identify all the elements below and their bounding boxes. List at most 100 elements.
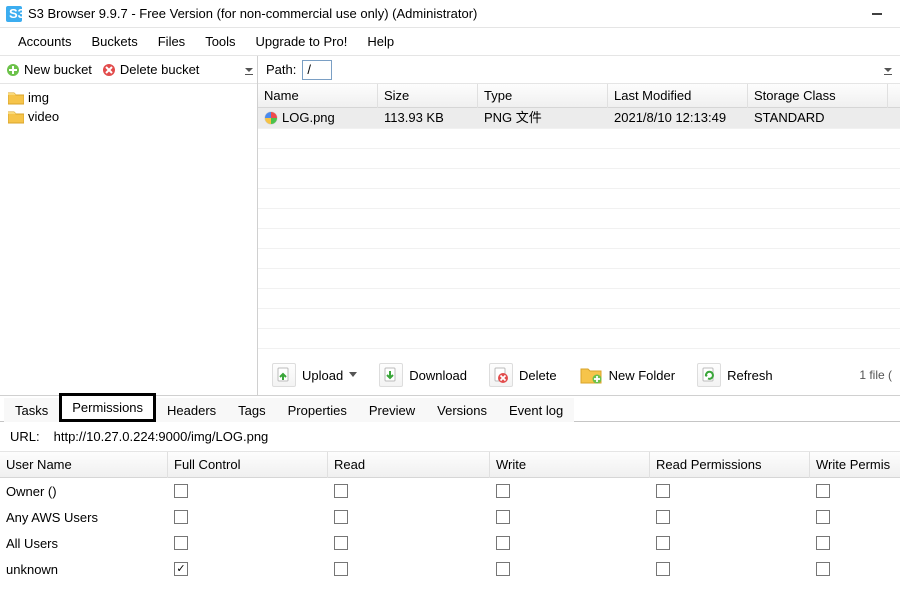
minimize-button[interactable] (860, 3, 894, 25)
chevron-down-icon (349, 372, 357, 378)
checkbox-write[interactable] (496, 536, 510, 550)
checkbox-full[interactable] (174, 562, 188, 576)
plus-icon (6, 63, 20, 77)
bucket-tree[interactable]: img video (0, 84, 257, 395)
delete-button[interactable]: Delete (483, 361, 563, 389)
menu-upgrade[interactable]: Upgrade to Pro! (246, 28, 358, 56)
main-split: New bucket Delete bucket img video (0, 56, 900, 396)
app-icon: S3 (6, 6, 22, 22)
perm-user-name: Any AWS Users (0, 510, 168, 525)
checkbox-read[interactable] (334, 484, 348, 498)
delete-icon (102, 63, 116, 77)
checkbox-full[interactable] (174, 536, 188, 550)
perm-col-write[interactable]: Write (490, 452, 650, 478)
new-bucket-label: New bucket (24, 62, 92, 77)
checkbox-full[interactable] (174, 484, 188, 498)
menu-tools[interactable]: Tools (195, 28, 245, 56)
tab-tags[interactable]: Tags (227, 398, 276, 422)
checkbox-write-perm[interactable] (816, 536, 830, 550)
permissions-header[interactable]: User Name Full Control Read Write Read P… (0, 452, 900, 478)
perm-col-full[interactable]: Full Control (168, 452, 328, 478)
file-count: 1 file ( (859, 368, 892, 382)
tab-event-log[interactable]: Event log (498, 398, 574, 422)
menu-help[interactable]: Help (357, 28, 404, 56)
perm-col-read[interactable]: Read (328, 452, 490, 478)
col-storage-class[interactable]: Storage Class (748, 84, 888, 108)
path-overflow[interactable] (884, 64, 892, 76)
refresh-button[interactable]: Refresh (691, 361, 779, 389)
tab-preview[interactable]: Preview (358, 398, 426, 422)
table-row[interactable]: LOG.png 113.93 KB PNG 文件 2021/8/10 12:13… (258, 108, 900, 128)
col-name[interactable]: Name (258, 84, 378, 108)
perm-row-owner[interactable]: Owner () (0, 478, 900, 504)
url-label: URL: (10, 429, 40, 444)
checkbox-write-perm[interactable] (816, 562, 830, 576)
path-input[interactable]: / (302, 60, 332, 80)
col-type[interactable]: Type (478, 84, 608, 108)
upload-label: Upload (302, 368, 343, 383)
new-folder-icon (579, 363, 603, 387)
menu-buckets[interactable]: Buckets (81, 28, 147, 56)
checkbox-read-perm[interactable] (656, 536, 670, 550)
svg-text:S3: S3 (9, 6, 22, 21)
bottom-tabstrip: Tasks Permissions Headers Tags Propertie… (0, 396, 900, 422)
checkbox-read[interactable] (334, 510, 348, 524)
file-table-header[interactable]: Name Size Type Last Modified Storage Cla… (258, 84, 900, 108)
tab-properties[interactable]: Properties (277, 398, 358, 422)
checkbox-write[interactable] (496, 484, 510, 498)
download-icon (379, 363, 403, 387)
checkbox-read-perm[interactable] (656, 484, 670, 498)
tree-item-img[interactable]: img (4, 88, 253, 107)
download-button[interactable]: Download (373, 361, 473, 389)
tab-headers[interactable]: Headers (156, 398, 227, 422)
perm-user-name: Owner () (0, 484, 168, 499)
perm-row-anyaws[interactable]: Any AWS Users (0, 504, 900, 530)
tab-tasks[interactable]: Tasks (4, 398, 59, 422)
tree-item-label: img (28, 90, 49, 105)
perm-col-user[interactable]: User Name (0, 452, 168, 478)
upload-button[interactable]: Upload (266, 361, 363, 389)
tab-versions[interactable]: Versions (426, 398, 498, 422)
new-bucket-button[interactable]: New bucket (2, 60, 96, 79)
checkbox-write[interactable] (496, 562, 510, 576)
path-row: Path: / (258, 56, 900, 84)
delete-bucket-button[interactable]: Delete bucket (98, 60, 204, 79)
action-toolbar: Upload Download Delete New Folder Refres… (258, 355, 900, 395)
checkbox-write[interactable] (496, 510, 510, 524)
checkbox-read[interactable] (334, 562, 348, 576)
file-table-body[interactable]: LOG.png 113.93 KB PNG 文件 2021/8/10 12:13… (258, 108, 900, 355)
file-size: 113.93 KB (378, 108, 478, 128)
perm-col-read-perm[interactable]: Read Permissions (650, 452, 810, 478)
checkbox-full[interactable] (174, 510, 188, 524)
perm-row-unknown[interactable]: unknown (0, 556, 900, 582)
file-name: LOG.png (282, 108, 335, 128)
delete-bucket-label: Delete bucket (120, 62, 200, 77)
tab-permissions[interactable]: Permissions (59, 393, 156, 422)
tree-item-video[interactable]: video (4, 107, 253, 126)
checkbox-read-perm[interactable] (656, 510, 670, 524)
bucket-toolbar-overflow[interactable] (245, 64, 255, 76)
checkbox-read-perm[interactable] (656, 562, 670, 576)
perm-col-write-perm[interactable]: Write Permis (810, 452, 900, 478)
file-last-modified: 2021/8/10 12:13:49 (608, 108, 748, 128)
url-row: URL: http://10.27.0.224:9000/img/LOG.png (0, 422, 900, 452)
checkbox-write-perm[interactable] (816, 510, 830, 524)
refresh-icon (697, 363, 721, 387)
window-title: S3 Browser 9.9.7 - Free Version (for non… (28, 6, 477, 21)
download-label: Download (409, 368, 467, 383)
file-icon (264, 111, 278, 125)
checkbox-read[interactable] (334, 536, 348, 550)
permissions-table: User Name Full Control Read Write Read P… (0, 452, 900, 582)
col-size[interactable]: Size (378, 84, 478, 108)
url-value[interactable]: http://10.27.0.224:9000/img/LOG.png (54, 429, 269, 444)
file-table: Name Size Type Last Modified Storage Cla… (258, 84, 900, 355)
refresh-label: Refresh (727, 368, 773, 383)
col-last-modified[interactable]: Last Modified (608, 84, 748, 108)
delete-label: Delete (519, 368, 557, 383)
menu-files[interactable]: Files (148, 28, 195, 56)
perm-row-allusers[interactable]: All Users (0, 530, 900, 556)
file-type: PNG 文件 (478, 108, 608, 128)
checkbox-write-perm[interactable] (816, 484, 830, 498)
new-folder-button[interactable]: New Folder (573, 361, 681, 389)
menu-accounts[interactable]: Accounts (8, 28, 81, 56)
